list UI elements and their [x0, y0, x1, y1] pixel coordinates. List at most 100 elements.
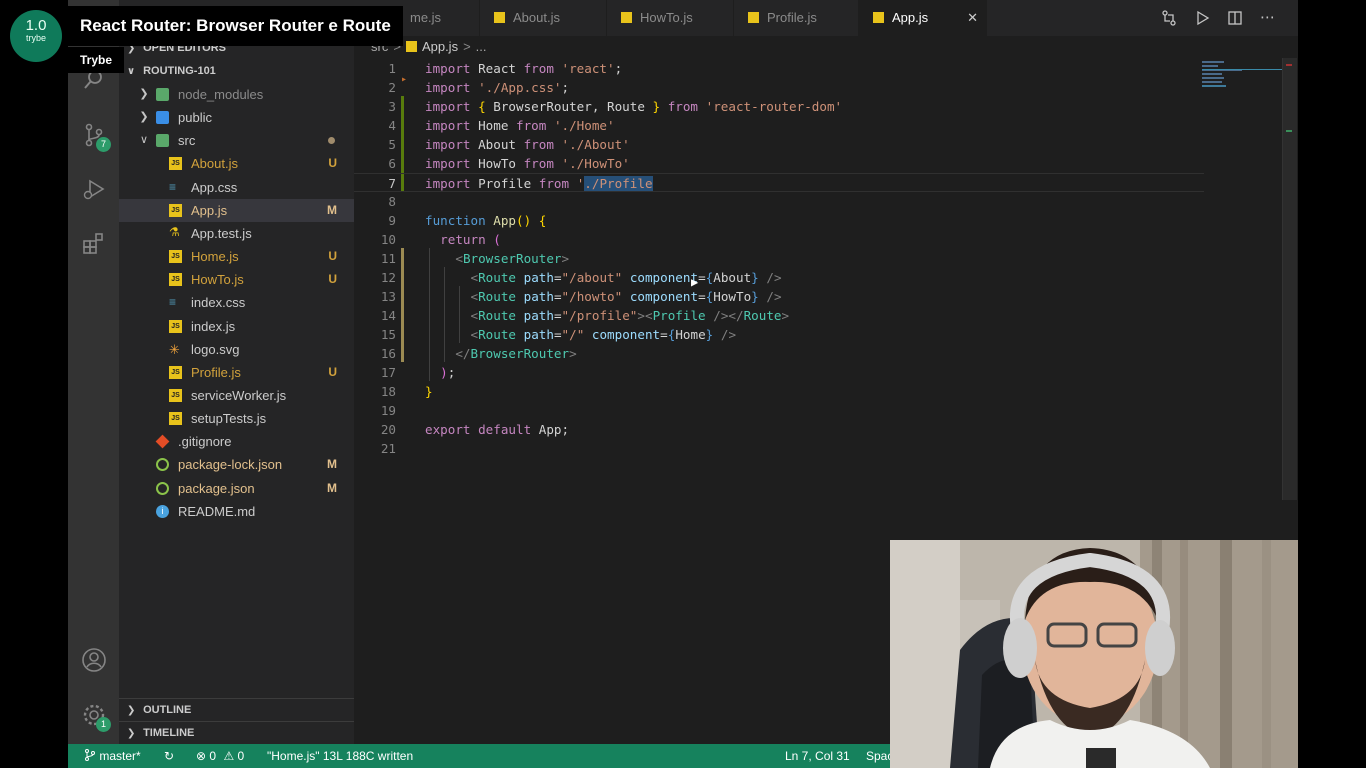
minimap-line	[1202, 65, 1218, 67]
tree-item[interactable]: ✳ logo.svg	[119, 338, 354, 361]
breadcrumb-file[interactable]: App.js	[422, 39, 458, 54]
code-line[interactable]: 1 import React from 'react';	[354, 59, 1204, 78]
tree-item[interactable]: JS About.js U	[119, 152, 354, 175]
tree-item[interactable]: ⚗ App.test.js	[119, 222, 354, 245]
accounts-icon[interactable]	[81, 647, 107, 673]
code-line[interactable]: 18}	[354, 382, 1204, 401]
sync-icon[interactable]: ↻	[164, 744, 174, 768]
outline-section[interactable]: ❯ OUTLINE	[119, 698, 354, 720]
compare-changes-icon[interactable]	[1152, 0, 1185, 36]
code-line[interactable]: 16 </BrowserRouter>	[354, 344, 1204, 363]
code-line[interactable]: 11 <BrowserRouter>	[354, 249, 1204, 268]
tab-about-js[interactable]: About.js	[480, 0, 607, 36]
tab-profile-js[interactable]: Profile.js	[734, 0, 859, 36]
tab-howto-js[interactable]: HowTo.js	[607, 0, 734, 36]
code-token: (	[493, 232, 501, 247]
code-line[interactable]: 2 import './App.css';	[354, 78, 1204, 97]
cursor-position[interactable]: Ln 7, Col 31	[785, 744, 850, 768]
tree-item[interactable]: ❯ public	[119, 106, 354, 129]
scrollbar-marker	[1286, 130, 1292, 132]
tree-item[interactable]: JS HowTo.js U	[119, 268, 354, 291]
code-line[interactable]: 19	[354, 401, 1204, 420]
line-number: 13	[380, 289, 396, 304]
tree-item[interactable]: JS setupTests.js	[119, 407, 354, 430]
code-token: from	[523, 61, 554, 76]
code-token: =	[698, 270, 706, 285]
mouse-pointer-icon: ▶	[691, 275, 699, 289]
code-token: import	[425, 137, 471, 152]
minimap-line	[1202, 69, 1282, 70]
tab-app-js[interactable]: App.js ✕	[859, 0, 987, 36]
extensions-icon[interactable]	[81, 230, 107, 256]
tree-item[interactable]: package-lock.json M	[119, 453, 354, 476]
line-number: 20	[380, 422, 396, 437]
code-line[interactable]: 15 <Route path="/" component={Home} />	[354, 325, 1204, 344]
line-number: 9	[388, 213, 396, 228]
tree-item[interactable]: ≡ index.css	[119, 291, 354, 314]
tree-item[interactable]: package.json M	[119, 477, 354, 500]
close-tab-icon[interactable]: ✕	[967, 0, 978, 36]
channel-avatar[interactable]: 1.0 trybe	[10, 10, 62, 62]
code-text: import React from 'react';	[425, 59, 622, 78]
tree-item-label: About.js	[191, 156, 238, 172]
vertical-scrollbar[interactable]	[1282, 58, 1297, 500]
tree-item[interactable]: ❯ node_modules	[119, 83, 354, 106]
js-file-icon	[748, 12, 759, 24]
tree-item[interactable]: JS serviceWorker.js	[119, 384, 354, 407]
code-line[interactable]: 13 <Route path="/howto" component={HowTo…	[354, 287, 1204, 306]
code-line[interactable]: 14 <Route path="/profile"><Profile /></R…	[354, 306, 1204, 325]
code-line[interactable]: 7 import Profile from './Profile	[354, 173, 1204, 192]
split-editor-icon[interactable]	[1218, 0, 1251, 36]
tab-label: HowTo.js	[640, 10, 693, 25]
tree-item-label: App.test.js	[191, 225, 252, 241]
tree-item[interactable]: JS Profile.js U	[119, 361, 354, 384]
run-icon[interactable]	[1185, 0, 1218, 36]
code-line[interactable]: 8	[354, 192, 1204, 211]
code-line[interactable]: 4 import Home from './Home'	[354, 116, 1204, 135]
run-debug-icon[interactable]	[81, 176, 107, 202]
code-text: import HowTo from './HowTo'	[425, 154, 630, 173]
breadcrumb-separator: >	[463, 39, 471, 54]
code-line[interactable]: 9 function App() {	[354, 211, 1204, 230]
code-line[interactable]: 5 import About from './About'	[354, 135, 1204, 154]
code-token: import	[425, 99, 471, 114]
git-branch[interactable]: master*	[84, 744, 141, 768]
code-line[interactable]: 3 import { BrowserRouter, Route } from 'r…	[354, 97, 1204, 116]
svg-file-icon: ✳	[169, 341, 180, 357]
project-header[interactable]: ∨ ROUTING-101	[119, 60, 354, 82]
source-control-icon[interactable]: 7	[81, 122, 111, 152]
code-token: function	[425, 213, 486, 228]
tree-item[interactable]: .gitignore	[119, 430, 354, 453]
code-line[interactable]: 12 <Route path="/about" component={About…	[354, 268, 1204, 287]
code-token: }	[751, 289, 759, 304]
code-line[interactable]: 20 export default App;	[354, 420, 1204, 439]
code-line[interactable]: 17 );	[354, 363, 1204, 382]
tree-item[interactable]: JS App.js M	[119, 198, 354, 222]
breadcrumb-symbol[interactable]: ...	[476, 39, 487, 54]
tree-item[interactable]: ∨ src	[119, 129, 354, 152]
code-token: Profile	[470, 176, 539, 191]
code-token: Profile	[652, 308, 706, 323]
code-line[interactable]: 10 return (	[354, 230, 1204, 249]
git-status-badge: U	[328, 272, 337, 287]
tree-item-label: logo.svg	[191, 341, 240, 357]
tree-item[interactable]: i README.md	[119, 500, 354, 523]
settings-gear-icon[interactable]: 1	[81, 702, 111, 732]
code-line[interactable]: 6 import HowTo from './HowTo'	[354, 154, 1204, 173]
minimap-line	[1202, 77, 1224, 79]
more-actions-icon[interactable]: ⋯	[1251, 0, 1284, 36]
code-line[interactable]: 21	[354, 439, 1204, 458]
video-title[interactable]: React Router: Browser Router e Route	[68, 6, 403, 46]
tree-item[interactable]: ≡ App.css	[119, 176, 354, 199]
line-number: 17	[380, 365, 396, 380]
timeline-section[interactable]: ❯ TIMELINE	[119, 721, 354, 743]
code-token: ()	[516, 213, 532, 228]
tree-item[interactable]: JS Home.js U	[119, 245, 354, 268]
code-token: Route	[478, 308, 517, 323]
tree-item[interactable]: JS index.js	[119, 315, 354, 338]
code-token: =	[660, 327, 668, 342]
minimap-line	[1202, 81, 1222, 83]
problems-indicator[interactable]: ⊗ 0 ⚠ 0	[196, 744, 244, 768]
line-number: 19	[380, 403, 396, 418]
